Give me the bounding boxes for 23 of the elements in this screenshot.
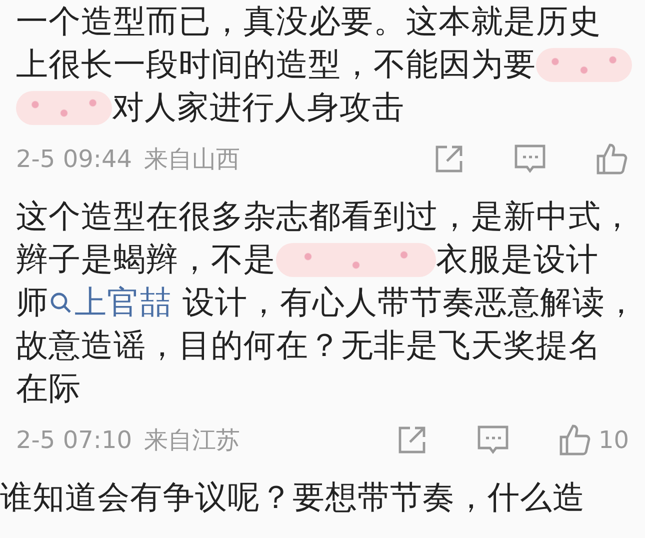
- search-icon: [48, 290, 72, 314]
- mention-link[interactable]: 上官喆: [48, 280, 172, 324]
- comment-text: 师: [16, 282, 48, 322]
- comment-text: 故意造谣，目的何在？无非是飞天奖提名: [16, 324, 601, 366]
- comment-text: 设计，有心人带节奏恶意解读，: [182, 282, 638, 322]
- comment-time: 2-5 07:10: [16, 426, 132, 454]
- like-count: 10: [598, 426, 629, 454]
- comment-text: 对人家进行人身攻击: [112, 86, 404, 128]
- comment-text: 这个造型在很多杂志都看到过，是新中式，: [16, 196, 634, 236]
- comment-text: 辫子是蝎辫，不是: [16, 238, 276, 280]
- comment-text: 衣服是设计: [436, 238, 598, 280]
- thumbs-up-icon[interactable]: [558, 423, 592, 457]
- comment-icon[interactable]: [513, 143, 547, 175]
- comment-text: 在际: [16, 368, 81, 408]
- comment-text: 上很长一段时间的造型，不能因为要: [16, 44, 536, 84]
- comment-location: 来自江苏: [144, 425, 240, 456]
- comment-text: 谁知道会有争议呢？要想带节奏，什么造: [0, 476, 585, 518]
- comment-icon[interactable]: [476, 424, 510, 456]
- comment-location: 来自山西: [144, 144, 240, 175]
- comment-text: 一个造型而已，真没必要。这本就是历史: [16, 0, 601, 42]
- thumbs-up-icon[interactable]: [595, 142, 629, 176]
- comment-time: 2-5 09:44: [16, 145, 132, 173]
- share-icon[interactable]: [433, 143, 465, 175]
